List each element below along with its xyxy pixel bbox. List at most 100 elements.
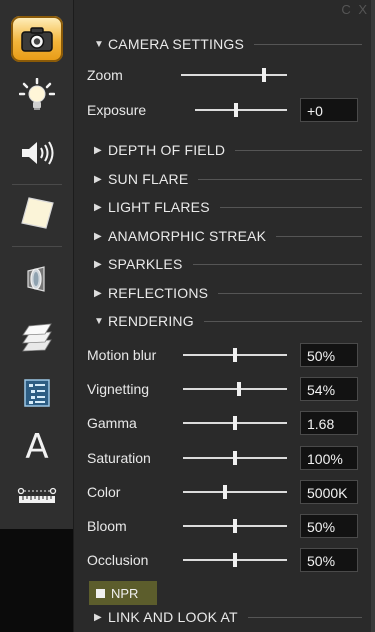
section-title: LINK AND LOOK AT — [108, 609, 238, 625]
slider-track — [183, 491, 287, 493]
setting-value-field[interactable]: 50% — [300, 343, 358, 367]
link-and-look-at-header[interactable]: ▶ LINK AND LOOK AT — [94, 606, 362, 628]
camera-icon — [21, 27, 53, 52]
slider-handle[interactable] — [233, 416, 237, 430]
setting-value-field[interactable]: 54% — [300, 377, 358, 401]
collapsed-triangle-icon: ▶ — [94, 287, 102, 299]
setting-value-field[interactable]: 50% — [300, 548, 358, 572]
setting-label: Occlusion — [87, 552, 149, 568]
npr-label: NPR — [111, 585, 139, 601]
rendering-row: Bloom 50% — [87, 513, 367, 539]
panel-corner-controls[interactable]: C X — [341, 2, 369, 17]
section-divider — [235, 149, 362, 151]
lens-tool-button[interactable] — [11, 256, 63, 302]
slider-handle[interactable] — [237, 382, 242, 396]
list-tool-button[interactable] — [11, 370, 63, 416]
slider-handle[interactable] — [233, 348, 237, 362]
setting-label: Motion blur — [87, 347, 157, 363]
rendering-row: Saturation 100% — [87, 445, 367, 471]
list-icon — [24, 379, 50, 407]
section-divider — [276, 235, 362, 237]
rendering-row: Occlusion 50% — [87, 547, 367, 573]
section-title: LIGHT FLARES — [108, 199, 210, 215]
slider-handle[interactable] — [261, 68, 266, 82]
section-title: DEPTH OF FIELD — [108, 142, 226, 158]
checkbox-box[interactable] — [96, 588, 105, 598]
zoom-row: Zoom — [87, 62, 367, 88]
slider-handle[interactable] — [233, 519, 237, 533]
zoom-label: Zoom — [87, 67, 123, 83]
collapsed-triangle-icon: ▶ — [94, 201, 102, 213]
section-title: SUN FLARE — [108, 171, 189, 187]
section-title: REFLECTIONS — [108, 285, 209, 301]
setting-value-field[interactable]: 5000K — [300, 480, 358, 504]
sound-tool-button[interactable] — [11, 130, 63, 176]
layers-tool-button[interactable] — [11, 314, 63, 360]
section-title: SPARKLES — [108, 256, 183, 272]
ruler-icon — [17, 487, 57, 503]
setting-label: Gamma — [87, 415, 137, 431]
section-divider — [198, 178, 362, 180]
setting-value-field[interactable]: 100% — [300, 446, 358, 470]
slider-handle[interactable] — [233, 451, 237, 465]
slider-handle[interactable] — [234, 103, 239, 117]
exposure-label: Exposure — [87, 102, 147, 118]
setting-value-field[interactable]: 50% — [300, 514, 358, 538]
section-title: ANAMORPHIC STREAK — [108, 228, 267, 244]
rendering-row: Gamma 1.68 — [87, 410, 367, 436]
layers-icon — [22, 323, 52, 352]
collapsed-triangle-icon: ▶ — [94, 144, 102, 156]
setting-slider[interactable] — [183, 348, 287, 362]
setting-slider[interactable] — [183, 382, 287, 396]
section-divider — [219, 206, 362, 208]
toolbar-empty-area — [0, 529, 73, 632]
rendering-row: Motion blur 50% — [87, 342, 367, 368]
text-icon: A — [25, 427, 49, 467]
exposure-row: Exposure +0 — [87, 97, 367, 123]
exposure-slider[interactable] — [195, 103, 287, 117]
exposure-value-field[interactable]: +0 — [300, 98, 358, 122]
npr-checkbox[interactable]: NPR — [89, 581, 157, 605]
setting-slider[interactable] — [183, 451, 287, 465]
light-tool-button[interactable] — [11, 72, 63, 118]
slider-track — [181, 74, 287, 76]
setting-slider[interactable] — [183, 416, 287, 430]
rendering-header[interactable]: ▼ RENDERING — [94, 310, 362, 332]
collapsed-triangle-icon: ▶ — [94, 173, 102, 185]
setting-slider[interactable] — [183, 553, 287, 567]
collapsed-section-header[interactable]: ▶ ANAMORPHIC STREAK — [94, 225, 362, 247]
paper-tool-button[interactable] — [11, 190, 63, 236]
text-tool-button[interactable]: A — [11, 424, 63, 470]
rendering-row: Color 5000K — [87, 479, 367, 505]
slider-track — [195, 109, 287, 111]
lens-icon — [27, 266, 45, 292]
ruler-tool-button[interactable] — [11, 472, 63, 518]
paper-icon — [21, 197, 54, 229]
setting-label: Color — [87, 484, 121, 500]
rendering-row: Vignetting 54% — [87, 376, 367, 402]
settings-panel: C X ▼ CAMERA SETTINGS Zoom Exposure +0 ▶… — [74, 0, 375, 632]
collapsed-section-header[interactable]: ▶ SPARKLES — [94, 253, 362, 275]
left-toolbar: A — [0, 0, 74, 632]
collapsed-section-header[interactable]: ▶ DEPTH OF FIELD — [94, 139, 362, 161]
expanded-triangle-icon: ▼ — [94, 315, 105, 327]
collapsed-section-header[interactable]: ▶ REFLECTIONS — [94, 282, 362, 304]
slider-handle[interactable] — [222, 485, 227, 499]
section-divider — [254, 43, 362, 45]
camera-tool-button[interactable] — [11, 16, 63, 62]
section-title: CAMERA SETTINGS — [108, 36, 245, 52]
toolbar-divider — [12, 184, 62, 185]
slider-handle[interactable] — [233, 553, 237, 567]
camera-settings-header[interactable]: ▼ CAMERA SETTINGS — [94, 33, 362, 55]
toolbar-divider — [12, 246, 62, 247]
setting-slider[interactable] — [183, 485, 287, 499]
collapsed-section-header[interactable]: ▶ SUN FLARE — [94, 168, 362, 190]
section-divider — [218, 292, 362, 294]
setting-slider[interactable] — [183, 519, 287, 533]
section-divider — [192, 263, 362, 265]
collapsed-section-header[interactable]: ▶ LIGHT FLARES — [94, 196, 362, 218]
section-divider — [203, 320, 362, 322]
slider-track — [183, 388, 287, 390]
zoom-slider[interactable] — [181, 68, 287, 82]
setting-value-field[interactable]: 1.68 — [300, 411, 358, 435]
